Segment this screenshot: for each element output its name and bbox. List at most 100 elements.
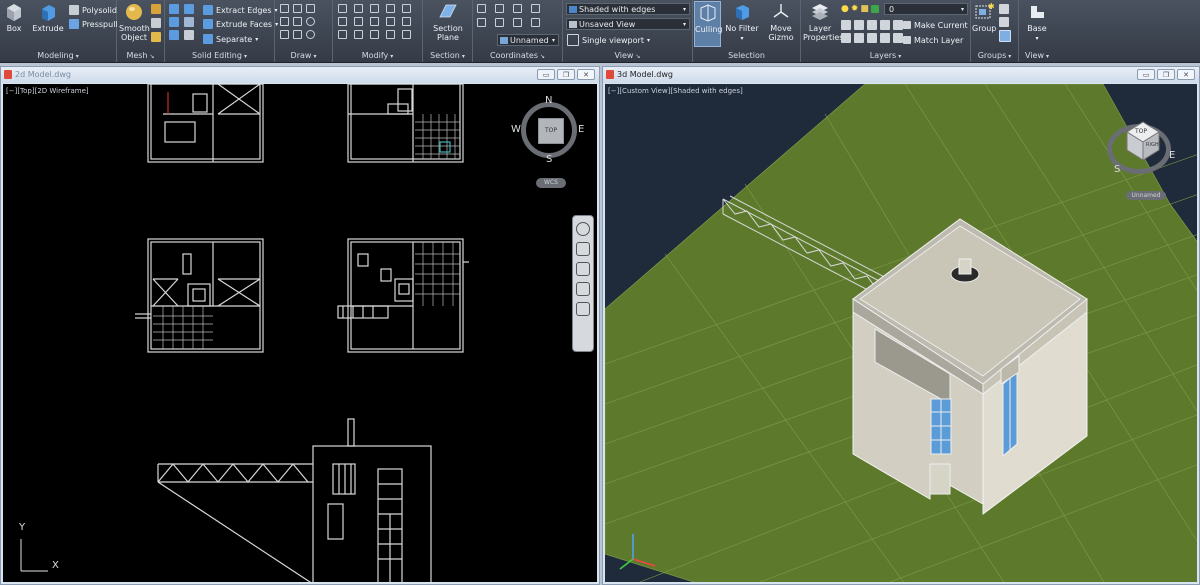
compass-east[interactable]: E xyxy=(578,124,584,135)
saved-view-dropdown[interactable]: Unsaved View ▾ xyxy=(566,18,690,30)
ucs-y-icon[interactable] xyxy=(495,18,504,27)
layer-walk-icon[interactable] xyxy=(893,20,903,30)
layer-unlock-icon[interactable] xyxy=(880,33,890,43)
rectangle-icon[interactable] xyxy=(293,30,302,39)
ucs-name-dropdown[interactable]: Unnamed ▾ xyxy=(497,34,559,46)
left-viewport-controls-label[interactable]: [−][Top][2D Wireframe] xyxy=(6,87,89,95)
modeling-panel-label[interactable]: Modeling ▾ xyxy=(0,51,116,60)
erase-icon[interactable] xyxy=(386,4,395,13)
minimize-button[interactable]: ▭ xyxy=(537,69,555,80)
group-button[interactable]: ✱ Group xyxy=(972,2,996,33)
group-edit-icon[interactable] xyxy=(999,17,1009,27)
circle-icon[interactable] xyxy=(306,17,315,26)
zoom-extents-icon[interactable] xyxy=(576,262,590,276)
wcs-menu[interactable]: WCS xyxy=(536,178,566,188)
group-select-icon[interactable] xyxy=(999,30,1011,42)
array-icon[interactable] xyxy=(338,30,347,39)
mesh-refine-icon[interactable] xyxy=(151,18,161,28)
trim-icon[interactable] xyxy=(370,4,379,13)
join-icon[interactable] xyxy=(386,30,395,39)
ucs-icon[interactable] xyxy=(477,4,486,13)
ucs-world-icon[interactable] xyxy=(495,4,504,13)
line-icon[interactable] xyxy=(280,17,289,26)
no-filter-button[interactable]: No Filter ▾ xyxy=(724,2,760,43)
slice-icon[interactable] xyxy=(184,17,194,27)
union-icon[interactable] xyxy=(169,4,179,14)
polygon-icon[interactable] xyxy=(280,30,289,39)
layer-unisolate-icon[interactable] xyxy=(854,33,864,43)
viewcube-top-face[interactable]: TOP xyxy=(538,118,564,144)
viewcube-top-face[interactable]: TOP xyxy=(1135,128,1147,135)
view-panel-label[interactable]: View ↘ xyxy=(563,51,692,60)
subtract-icon[interactable] xyxy=(169,17,179,27)
left-viewport[interactable]: [−][Top][2D Wireframe] Y X TOP N E S W W… xyxy=(3,84,597,582)
showmotion-icon[interactable] xyxy=(576,302,590,316)
layer-properties-button[interactable]: Layer Properties xyxy=(803,2,843,42)
right-viewport-controls-label[interactable]: [−][Custom View][Shaded with edges] xyxy=(608,87,743,95)
ucs-3point-icon[interactable] xyxy=(531,18,540,27)
mesh-panel-label[interactable]: Mesh ↘ xyxy=(117,51,164,60)
polyline2-icon[interactable] xyxy=(293,17,302,26)
groups-panel-label[interactable]: Groups ▾ xyxy=(971,51,1018,60)
copy-icon[interactable] xyxy=(402,4,411,13)
align-icon[interactable] xyxy=(370,30,379,39)
layer-dropdown[interactable]: 0 ▾ xyxy=(884,3,968,15)
layer-lock-icon[interactable] xyxy=(880,20,890,30)
polysolid-button[interactable]: Polysolid xyxy=(69,4,117,16)
coordinates-panel-label[interactable]: Coordinates ↘ xyxy=(473,51,562,60)
separate-button[interactable]: Separate ▾ xyxy=(203,33,258,45)
culling-button[interactable]: Culling xyxy=(694,1,722,47)
viewport-config-button[interactable]: Single viewport ▾ xyxy=(567,34,650,46)
move-gizmo-button[interactable]: Move Gizmo xyxy=(763,2,799,42)
section-plane-button[interactable]: Section Plane xyxy=(427,2,469,42)
thicken-icon[interactable] xyxy=(184,30,194,40)
compass-east[interactable]: E xyxy=(1169,150,1175,161)
ellipse-icon[interactable] xyxy=(306,30,315,39)
maximize-button[interactable]: ❐ xyxy=(557,69,575,80)
layer-freeze-icon[interactable] xyxy=(867,20,877,30)
intersect-icon[interactable] xyxy=(169,30,179,40)
viewcube-cube[interactable] xyxy=(1105,112,1175,172)
box-button[interactable]: Box xyxy=(2,2,26,33)
layer-color-icon[interactable] xyxy=(870,5,879,13)
fillet-icon[interactable] xyxy=(354,17,363,26)
modify-panel-label[interactable]: Modify ▾ xyxy=(333,51,422,60)
interfere-icon[interactable] xyxy=(184,4,194,14)
section-panel-label[interactable]: Section ▾ xyxy=(423,51,472,60)
steering-wheel-icon[interactable] xyxy=(576,222,590,236)
layers-panel-label[interactable]: Layers ▾ xyxy=(801,51,970,60)
polyline-icon[interactable] xyxy=(280,4,289,13)
rotate-icon[interactable] xyxy=(354,4,363,13)
extrude-button[interactable]: Extrude xyxy=(31,2,65,33)
left-window-titlebar[interactable]: 2d Model.dwg ▭ ❐ ✕ xyxy=(1,67,599,83)
compass-south[interactable]: S xyxy=(1114,164,1120,175)
spline-icon[interactable] xyxy=(306,4,315,13)
compass-south[interactable]: S xyxy=(546,154,552,165)
ucs-view-icon[interactable] xyxy=(531,4,540,13)
draw-panel-label[interactable]: Draw ▾ xyxy=(275,51,332,60)
close-button[interactable]: ✕ xyxy=(1177,69,1195,80)
orbit-icon[interactable] xyxy=(576,282,590,296)
explode-icon[interactable] xyxy=(370,17,379,26)
mesh-smooth-more-icon[interactable] xyxy=(151,4,161,14)
extrude-faces-button[interactable]: Extrude Faces ▾ xyxy=(203,18,278,30)
ucs-menu[interactable]: Unnamed xyxy=(1126,191,1166,200)
viewcube-right-face[interactable]: RIGHT xyxy=(1146,142,1162,148)
right-viewcube[interactable]: TOP RIGHT E S xyxy=(1105,112,1175,182)
mesh-crease-icon[interactable] xyxy=(151,32,161,42)
maximize-button[interactable]: ❐ xyxy=(1157,69,1175,80)
mirror-icon[interactable] xyxy=(338,17,347,26)
solid-editing-panel-label[interactable]: Solid Editing ▾ xyxy=(165,51,274,60)
ucs-origin-icon[interactable] xyxy=(513,4,522,13)
break-icon[interactable] xyxy=(402,30,411,39)
compass-north[interactable]: N xyxy=(545,95,552,106)
lightbulb-icon[interactable]: ● xyxy=(841,4,849,14)
layer-off-icon[interactable] xyxy=(841,20,851,30)
ucs-x-icon[interactable] xyxy=(477,18,486,27)
minimize-button[interactable]: ▭ xyxy=(1137,69,1155,80)
pan-hand-icon[interactable] xyxy=(576,242,590,256)
match-layer-button[interactable]: Match Layer xyxy=(903,34,963,46)
layer-merge-icon[interactable] xyxy=(893,33,903,43)
ungroup-icon[interactable] xyxy=(999,4,1009,14)
left-drawing-window[interactable]: 2d Model.dwg ▭ ❐ ✕ [−][Top][2D Wireframe… xyxy=(0,66,600,585)
